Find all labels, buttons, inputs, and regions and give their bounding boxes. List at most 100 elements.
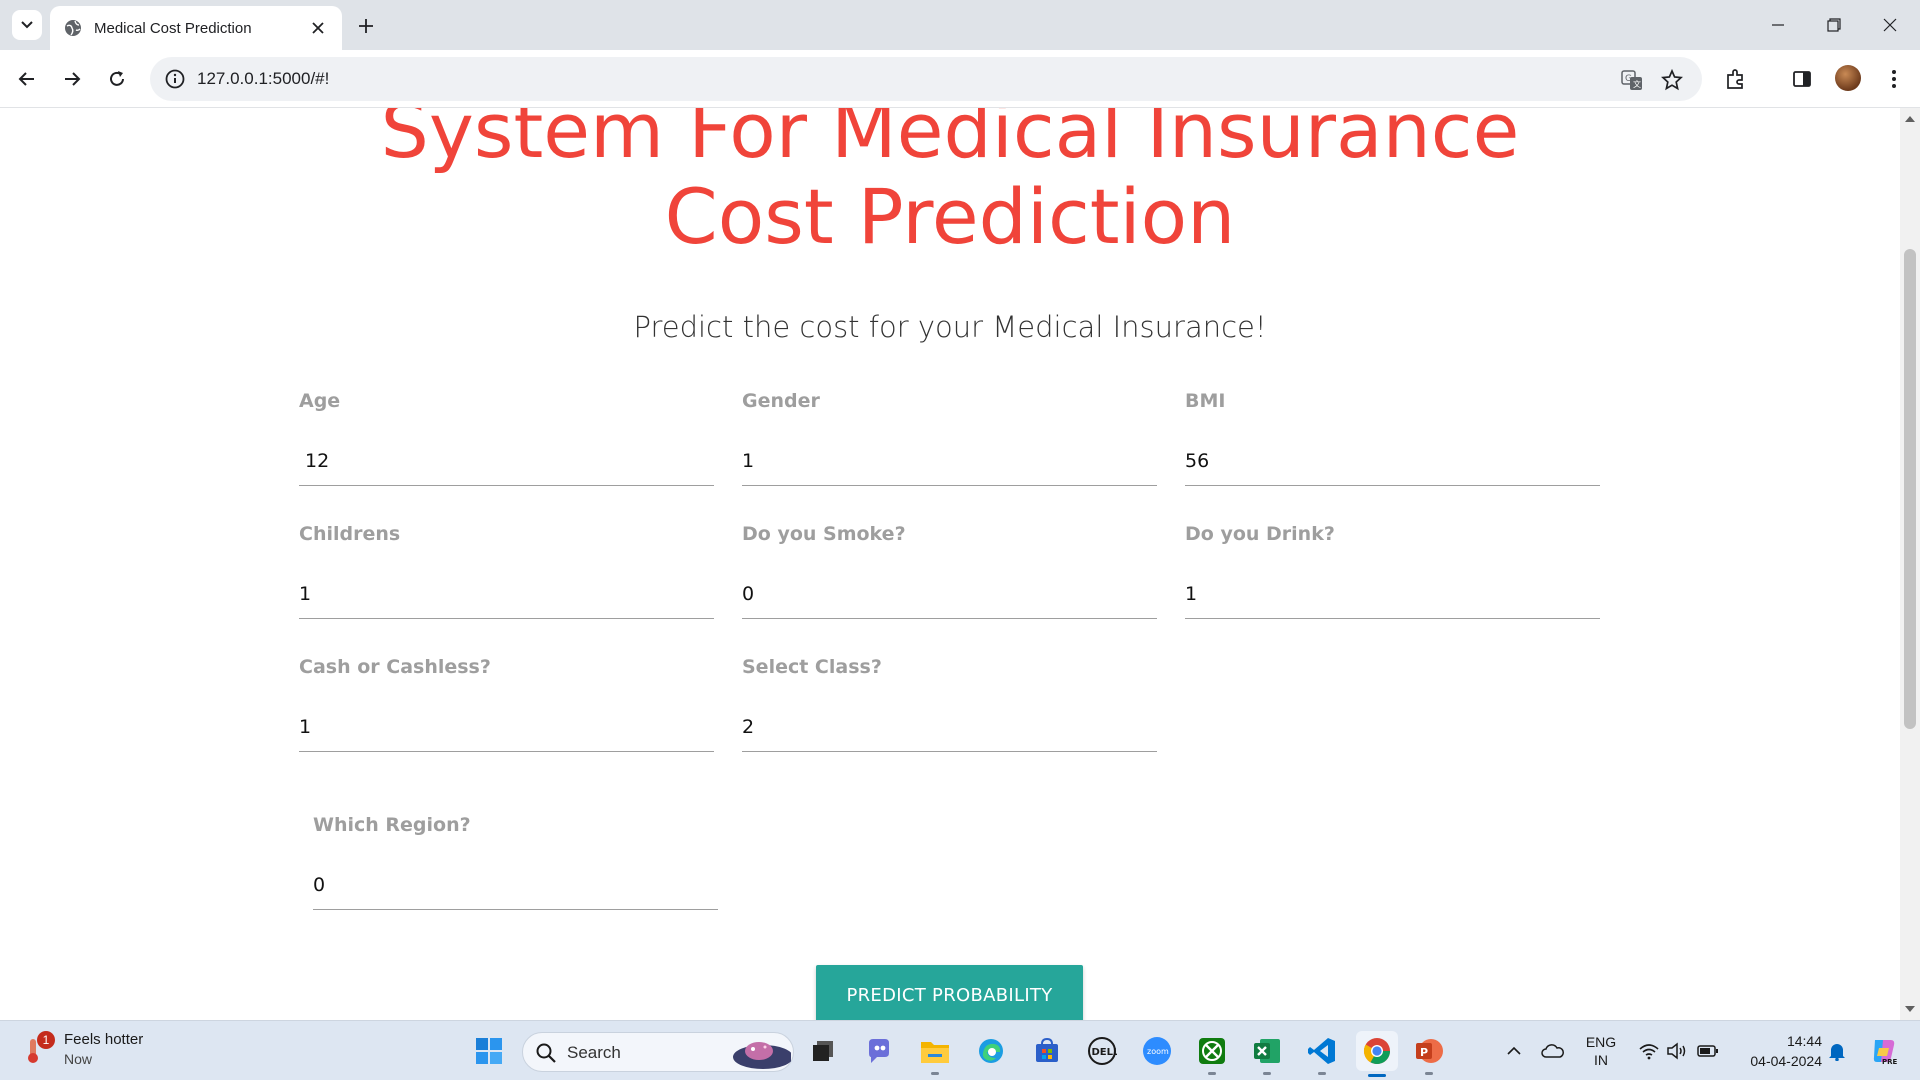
browser-tab-active[interactable]: Medical Cost Prediction <box>50 6 342 50</box>
bmi-input[interactable] <box>1185 440 1600 486</box>
clock-time: 14:44 <box>1786 1033 1822 1049</box>
running-indicator <box>1318 1072 1326 1075</box>
payment-mode-label: Cash or Cashless? <box>299 656 491 678</box>
battery-icon[interactable] <box>1694 1021 1722 1080</box>
region-input[interactable] <box>313 864 718 910</box>
arrow-left-icon <box>18 72 34 86</box>
region-field: Which Region? <box>313 814 718 910</box>
drink-input[interactable] <box>1185 573 1600 619</box>
bmi-label: BMI <box>1185 390 1226 412</box>
smoke-field: Do you Smoke? <box>742 523 1157 619</box>
taskbar-search[interactable]: Search <box>522 1032 794 1072</box>
class-label: Select Class? <box>742 656 882 678</box>
powerpoint-icon[interactable]: P <box>1411 1033 1447 1075</box>
chrome-icon[interactable] <box>1356 1031 1398 1077</box>
globe-icon <box>65 20 81 36</box>
side-panel-icon[interactable] <box>1790 67 1814 91</box>
smoke-label: Do you Smoke? <box>742 523 906 545</box>
forward-button[interactable] <box>60 67 84 91</box>
vscode-icon[interactable] <box>1304 1033 1340 1075</box>
profile-avatar[interactable] <box>1835 65 1861 91</box>
gender-label: Gender <box>742 390 820 412</box>
page-viewport: System For Medical Insurance Cost Predic… <box>0 108 1900 1020</box>
volume-icon[interactable] <box>1664 1021 1690 1080</box>
tab-search-button[interactable] <box>12 10 42 40</box>
notification-bell-icon[interactable] <box>1822 1021 1852 1080</box>
dell-icon[interactable]: DELL <box>1084 1033 1120 1069</box>
running-indicator <box>1263 1072 1271 1075</box>
weather-subtitle: Now <box>64 1051 93 1067</box>
bookmark-star-icon[interactable] <box>1660 68 1684 92</box>
search-icon <box>536 1043 556 1063</box>
bmi-field: BMI <box>1185 390 1600 486</box>
restore-icon <box>1827 18 1841 32</box>
predict-button[interactable]: PREDICT PROBABILITY <box>816 965 1083 1020</box>
chevron-down-icon <box>21 21 33 29</box>
extensions-icon[interactable] <box>1724 67 1748 91</box>
url-text: 127.0.0.1:5000/#! <box>197 69 330 88</box>
close-window-button[interactable] <box>1862 0 1918 50</box>
new-tab-button[interactable] <box>353 13 379 39</box>
file-explorer-icon[interactable] <box>917 1033 953 1075</box>
page-subtitle: Predict the cost for your Medical Insura… <box>633 310 1267 344</box>
translate-icon[interactable]: G文 <box>1620 68 1644 92</box>
childrens-label: Childrens <box>299 523 401 545</box>
excel-icon[interactable] <box>1249 1033 1285 1075</box>
gender-input[interactable] <box>742 440 1157 486</box>
svg-text:zoom: zoom <box>1147 1047 1169 1056</box>
childrens-input[interactable] <box>299 573 714 619</box>
back-button[interactable] <box>15 67 39 91</box>
site-info-icon[interactable] <box>164 68 186 90</box>
task-view-icon[interactable] <box>805 1033 841 1069</box>
thermometer-icon: 1 <box>24 1031 56 1067</box>
browser-tab-bar: Medical Cost Prediction <box>0 0 1920 50</box>
active-indicator <box>1368 1074 1386 1077</box>
wifi-icon[interactable] <box>1636 1021 1662 1080</box>
weather-title: Feels hotter <box>64 1031 144 1048</box>
language-indicator[interactable]: ENG IN <box>1578 1021 1624 1080</box>
running-indicator <box>931 1072 939 1075</box>
close-icon <box>1883 18 1897 32</box>
address-bar[interactable]: 127.0.0.1:5000/#! G文 <box>150 57 1702 101</box>
svg-text:PRE: PRE <box>1882 1058 1898 1066</box>
tab-title: Medical Cost Prediction <box>94 19 252 37</box>
age-input[interactable] <box>299 440 714 486</box>
edge-icon[interactable] <box>973 1033 1009 1069</box>
plus-icon <box>359 19 373 33</box>
system-clock[interactable]: 14:44 04-04-2024 <box>1732 1031 1822 1071</box>
copilot-icon[interactable]: PRE <box>1864 1021 1904 1080</box>
store-icon[interactable] <box>1029 1033 1065 1069</box>
payment-mode-input[interactable] <box>299 706 714 752</box>
tab-close-icon[interactable] <box>308 18 328 38</box>
smoke-input[interactable] <box>742 573 1157 619</box>
childrens-field: Childrens <box>299 523 714 619</box>
page-scrollbar[interactable] <box>1900 108 1920 1020</box>
scroll-thumb[interactable] <box>1904 249 1916 729</box>
svg-text:DELL: DELL <box>1092 1047 1118 1058</box>
class-input[interactable] <box>742 706 1157 752</box>
teams-chat-icon[interactable] <box>861 1033 897 1069</box>
show-hidden-icons-icon[interactable] <box>1500 1021 1528 1080</box>
region-label: Which Region? <box>313 814 471 836</box>
weather-widget[interactable]: 1 Feels hotter Now <box>24 1031 143 1067</box>
age-label: Age <box>299 390 341 412</box>
weather-badge: 1 <box>37 1031 55 1049</box>
start-icon[interactable] <box>471 1033 507 1069</box>
minimize-icon <box>1772 24 1784 26</box>
svg-text:P: P <box>1420 1046 1428 1059</box>
running-indicator <box>1425 1072 1433 1075</box>
browser-menu-icon[interactable] <box>1882 67 1906 91</box>
minimize-button[interactable] <box>1750 0 1806 50</box>
scroll-down-icon[interactable] <box>1905 1006 1915 1012</box>
xbox-icon[interactable] <box>1194 1033 1230 1075</box>
onedrive-icon[interactable] <box>1538 1021 1568 1080</box>
restore-button[interactable] <box>1806 0 1862 50</box>
reload-button[interactable] <box>105 67 129 91</box>
age-field: Age <box>299 390 714 486</box>
page-title: System For Medical Insurance Cost Predic… <box>380 108 1520 261</box>
browser-toolbar: 127.0.0.1:5000/#! G文 <box>0 50 1920 108</box>
zoom-icon[interactable]: zoom <box>1139 1033 1175 1069</box>
taskbar: 1 Feels hotter Now Search DELL zoom P EN… <box>0 1020 1920 1080</box>
scroll-up-icon[interactable] <box>1905 116 1915 122</box>
search-highlight-icon <box>733 1042 791 1069</box>
